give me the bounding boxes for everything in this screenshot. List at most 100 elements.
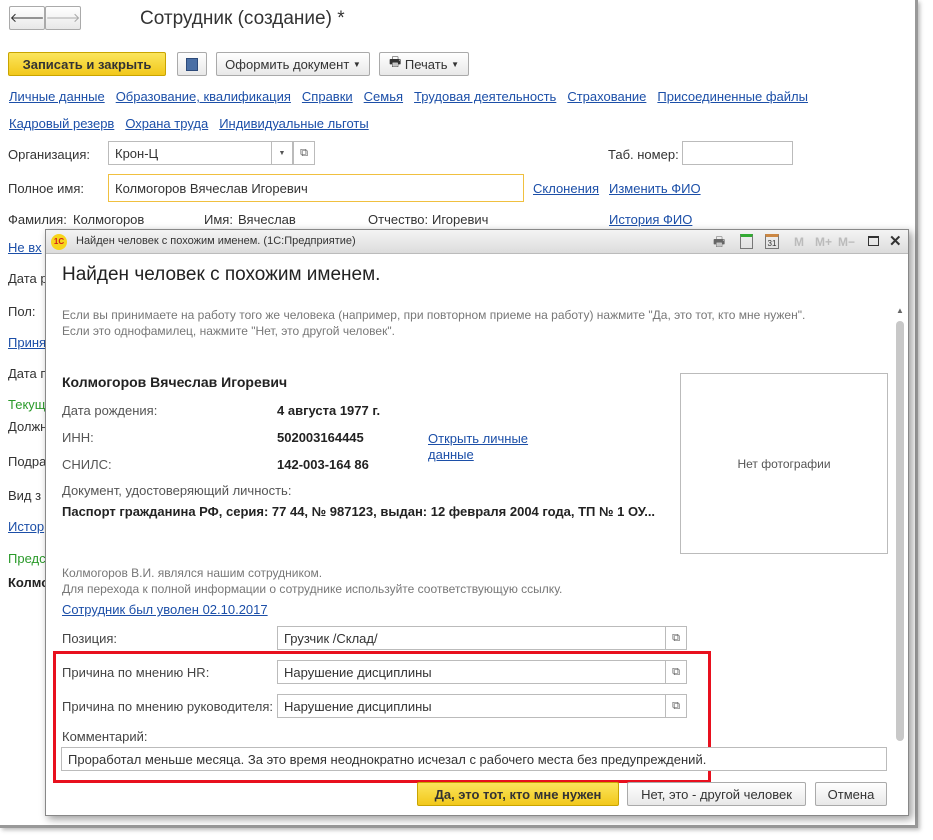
doc-value: Паспорт гражданина РФ, серия: 77 44, № 9… <box>62 504 656 519</box>
org-label: Организация: <box>8 147 91 162</box>
no-photo-label: Нет фотографии <box>737 456 831 471</box>
scroll-up-icon[interactable]: ▲ <box>895 306 905 315</box>
comment-field[interactable]: Проработал меньше месяца. За это время н… <box>61 747 887 771</box>
snils-value: 142-003-164 86 <box>277 457 369 472</box>
surname-label: Фамилия: <box>8 212 67 227</box>
doc-label: Документ, удостоверяющий личность: <box>62 483 292 498</box>
open-icon: ⧉ <box>672 665 680 678</box>
mgr-reason-field[interactable]: Нарушение дисциплины <box>277 694 667 718</box>
declension-link[interactable]: Склонения <box>533 181 599 196</box>
calculator-icon[interactable] <box>740 234 753 249</box>
bg-label-name: Колмо <box>8 575 50 590</box>
bg-label-repr: Предс <box>8 551 46 566</box>
mgr-reason-open-button[interactable]: ⧉ <box>665 694 687 718</box>
dialog-heading: Найден человек с похожим именем. <box>62 264 381 285</box>
snils-label: СНИЛС: <box>62 457 112 472</box>
save-button[interactable] <box>177 52 207 76</box>
fullname-field[interactable]: Колмогоров Вячеслав Игоревич <box>108 174 524 202</box>
bg-label-dept: Подра <box>8 454 47 469</box>
print-button[interactable]: 🖶 Печать ▼ <box>379 52 469 76</box>
save-close-button[interactable]: Записать и закрыть <box>8 52 166 76</box>
tab-reserve[interactable]: Кадровый резерв <box>9 116 114 131</box>
hint-line-1: Если вы принимаете на работу того же чел… <box>62 308 806 322</box>
bg-label-date: Дата п <box>8 366 48 381</box>
tab-certificates[interactable]: Справки <box>302 89 353 104</box>
bg-label-sex: Пол: <box>8 304 36 319</box>
org-dropdown-button[interactable]: ▼ <box>271 141 293 165</box>
photo-placeholder: Нет фотографии <box>680 373 888 554</box>
bg-link-hire[interactable]: Приня <box>8 335 46 350</box>
hr-reason-open-button[interactable]: ⧉ <box>665 660 687 684</box>
hint-line-2: Если это однофамилец, нажмите "Нет, это … <box>62 324 395 338</box>
dialog-titlebar: 1С Найден человек с похожим именем. (1С:… <box>46 230 908 254</box>
dialog-title: Найден человек с похожим именем. (1С:Пре… <box>76 235 356 247</box>
fired-link[interactable]: Сотрудник был уволен 02.10.2017 <box>62 602 268 617</box>
tab-personal[interactable]: Личные данные <box>9 89 105 104</box>
inn-value: 502003164445 <box>277 430 364 445</box>
memory-icon[interactable]: M <box>794 235 804 249</box>
name-value: Вячеслав <box>238 212 296 227</box>
1c-logo-icon: 1С <box>51 234 67 250</box>
position-open-button[interactable]: ⧉ <box>665 626 687 650</box>
make-document-label: Оформить документ <box>225 56 350 72</box>
tab-labor[interactable]: Трудовая деятельность <box>414 89 556 104</box>
hr-reason-field[interactable]: Нарушение дисциплины <box>277 660 667 684</box>
memory-plus-icon[interactable]: M+ <box>815 235 832 249</box>
open-personal-link-2[interactable]: данные <box>428 447 474 462</box>
arrow-right-icon: 🡒 <box>45 10 81 25</box>
no-other-person-button[interactable]: Нет, это - другой человек <box>627 782 806 806</box>
open-icon: ⧉ <box>672 631 680 644</box>
tabs-row-1: Личные данные Образование, квалификация … <box>9 89 808 104</box>
mgr-reason-label: Причина по мнению руководителя: <box>62 699 273 714</box>
bg-label-current: Текущ <box>8 397 46 412</box>
comment-label: Комментарий: <box>62 729 148 744</box>
back-button[interactable]: 🡐 <box>9 6 45 30</box>
birth-label: Дата рождения: <box>62 403 158 418</box>
caret-down-icon: ▼ <box>352 59 361 69</box>
printer-icon: 🖶 <box>388 54 402 69</box>
tab-benefits[interactable]: Индивидуальные льготы <box>219 116 369 131</box>
position-field[interactable]: Грузчик /Склад/ <box>277 626 667 650</box>
cancel-button[interactable]: Отмена <box>815 782 887 806</box>
scroll-thumb[interactable] <box>896 321 904 741</box>
bg-label-position: Должн <box>8 419 48 434</box>
maximize-icon[interactable] <box>868 236 879 246</box>
patronymic-value: Игоревич <box>432 212 489 227</box>
open-icon: ⧉ <box>300 146 308 159</box>
history-fio-link[interactable]: История ФИО <box>609 212 692 227</box>
org-field[interactable]: Крон-Ц <box>108 141 274 165</box>
caret-down-icon: ▼ <box>278 149 286 157</box>
make-document-button[interactable]: Оформить документ ▼ <box>216 52 370 76</box>
goto-hint-text: Для перехода к полной информации о сотру… <box>62 582 563 596</box>
was-employee-text: Колмогоров В.И. являлся нашим сотруднико… <box>62 566 323 580</box>
scrollbar[interactable]: ▲ <box>895 306 905 758</box>
bg-link-1[interactable]: Не вх <box>8 240 42 255</box>
memory-minus-icon[interactable]: M− <box>838 235 855 249</box>
calendar-icon[interactable]: 31 <box>765 234 779 249</box>
open-personal-link[interactable]: Открыть личные <box>428 431 528 446</box>
tab-family[interactable]: Семья <box>364 89 403 104</box>
patronymic-label: Отчество: <box>368 212 429 227</box>
change-fio-link[interactable]: Изменить ФИО <box>609 181 701 196</box>
birth-value: 4 августа 1977 г. <box>277 403 381 418</box>
tab-safety[interactable]: Охрана труда <box>125 116 208 131</box>
arrow-left-icon: 🡐 <box>9 10 45 25</box>
forward-button[interactable]: 🡒 <box>45 6 81 30</box>
print-icon[interactable]: 🖶 <box>713 233 725 255</box>
org-open-button[interactable]: ⧉ <box>293 141 315 165</box>
tab-files[interactable]: Присоединенные файлы <box>657 89 808 104</box>
tab-num-label: Таб. номер: <box>608 147 679 162</box>
close-icon[interactable]: ✕ <box>889 232 902 250</box>
bg-link-history[interactable]: Истор <box>8 519 44 534</box>
tab-insurance[interactable]: Страхование <box>567 89 646 104</box>
tab-education[interactable]: Образование, квалификация <box>116 89 291 104</box>
tab-num-field[interactable] <box>682 141 793 165</box>
floppy-icon <box>186 57 198 71</box>
similar-person-dialog: 1С Найден человек с похожим именем. (1С:… <box>45 229 909 816</box>
yes-same-person-button[interactable]: Да, это тот, кто мне нужен <box>417 782 619 806</box>
window-title: Сотрудник (создание) * <box>140 8 345 29</box>
tabs-row-2: Кадровый резерв Охрана труда Индивидуаль… <box>9 116 369 131</box>
position-label: Позиция: <box>62 631 118 646</box>
person-name: Колмогоров Вячеслав Игоревич <box>62 374 288 390</box>
name-label: Имя: <box>204 212 233 227</box>
